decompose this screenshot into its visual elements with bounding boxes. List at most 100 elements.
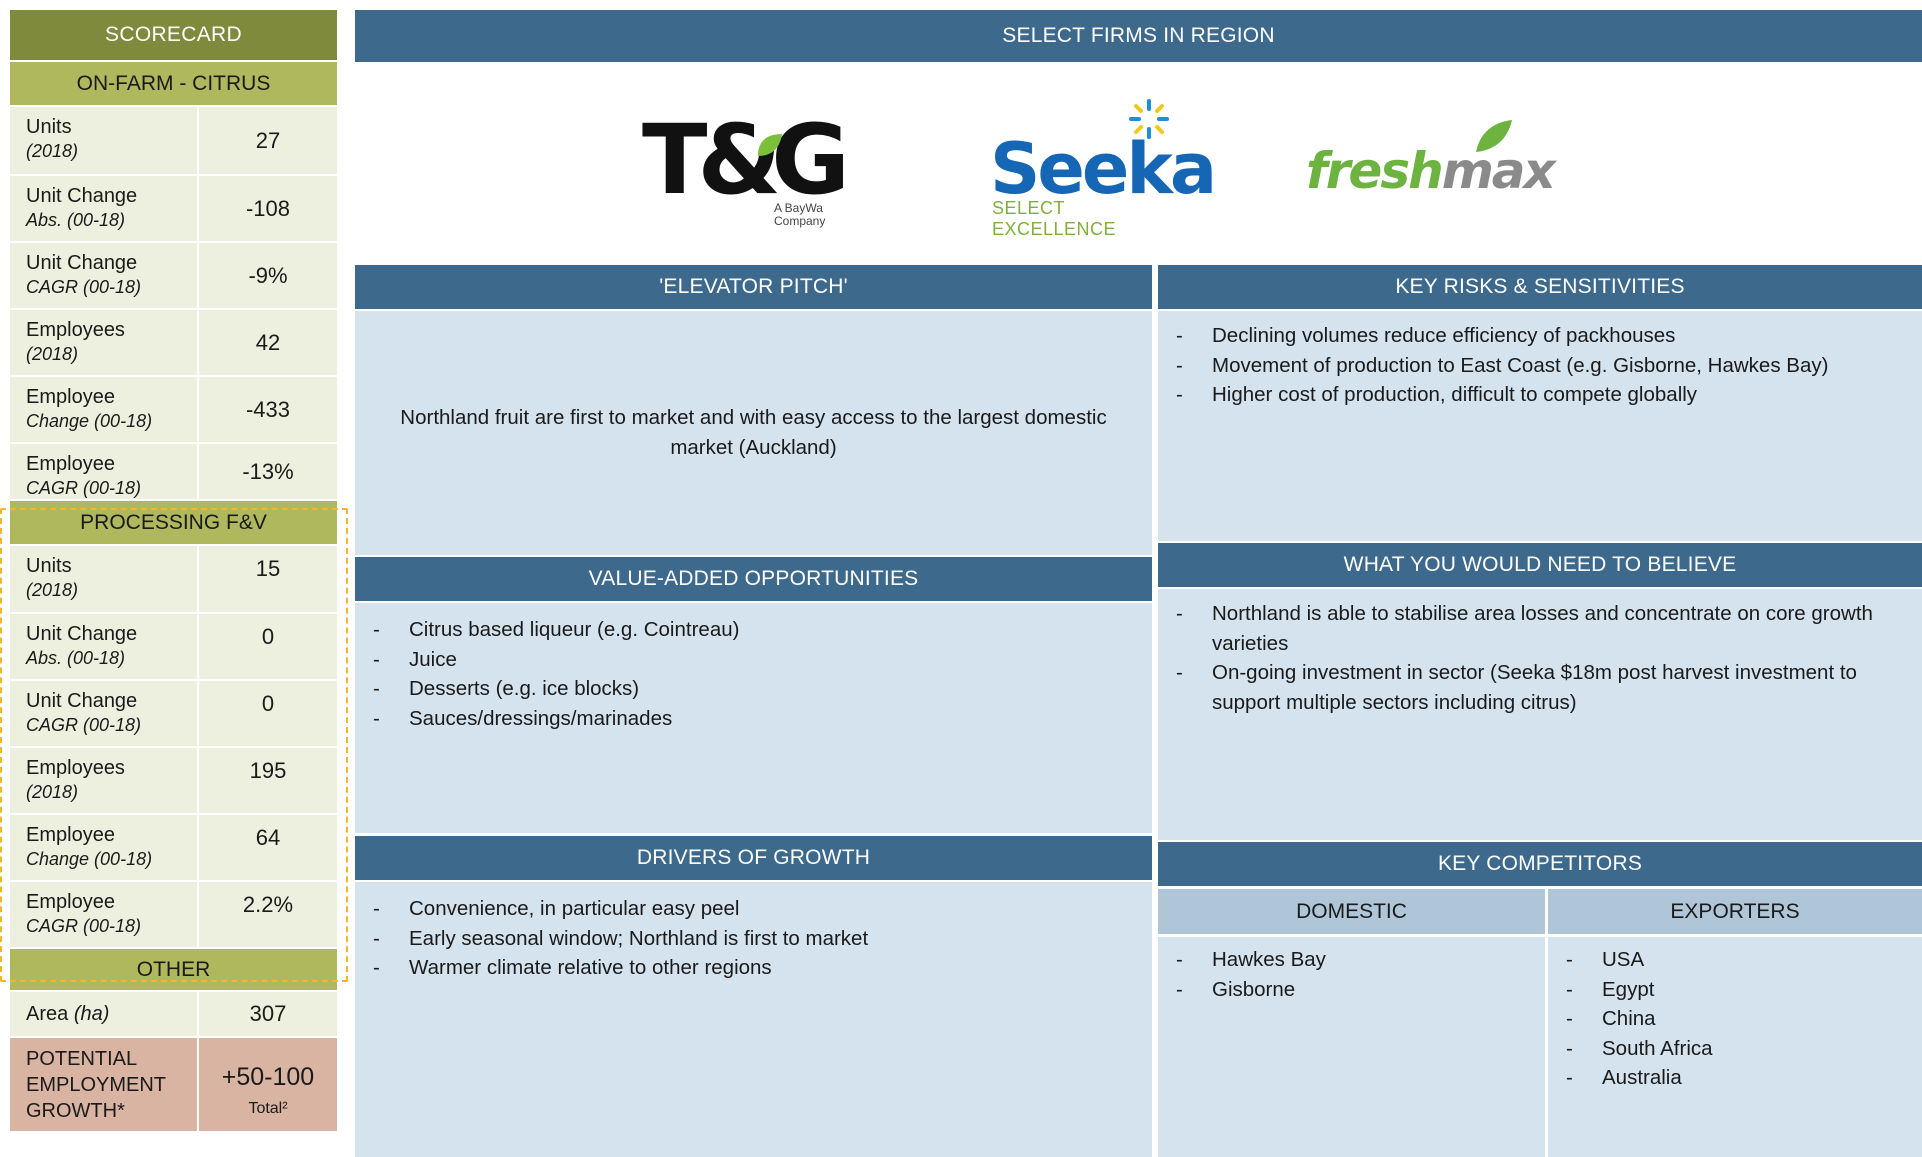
- list-item: China: [1566, 1004, 1922, 1034]
- list-item: Desserts (e.g. ice blocks): [373, 674, 1152, 704]
- risks-panel: Declining volumes reduce efficiency of p…: [1158, 311, 1922, 541]
- potential-note: Total²: [248, 1100, 288, 1117]
- potential-value-cell: +50-100 Total²: [199, 1038, 337, 1131]
- scorecard-row-subtitle: (2018): [26, 580, 79, 600]
- drivers-panel: Convenience, in particular easy peelEarl…: [355, 882, 1152, 1157]
- section-processing: PROCESSING F&V: [10, 501, 337, 544]
- scorecard-row-subtitle: Abs. (00-18): [26, 648, 126, 668]
- scorecard-row-label: Units (2018): [10, 546, 197, 612]
- scorecard-row-value: 195: [199, 748, 337, 813]
- list-item: Early seasonal window; Northland is firs…: [373, 924, 1152, 954]
- value-added-list: Citrus based liqueur (e.g. Cointreau)Jui…: [373, 615, 1152, 733]
- scorecard-row: Employee Change (00-18) -433: [10, 377, 337, 442]
- list-item: Convenience, in particular easy peel: [373, 894, 1152, 924]
- scorecard-row-title: Unit Change: [26, 623, 138, 645]
- scorecard-row-value: 0: [199, 614, 337, 679]
- risks-header: KEY RISKS & SENSITIVITIES: [1158, 265, 1922, 309]
- area-label: Area (ha): [10, 992, 197, 1036]
- scorecard-row-title: Employee: [26, 386, 115, 408]
- scorecard-row: Unit Change CAGR (00-18) -9%: [10, 243, 337, 308]
- potential-label: POTENTIAL EMPLOYMENT GROWTH*: [10, 1038, 197, 1131]
- scorecard-row-label: Unit Change Abs. (00-18): [10, 614, 197, 679]
- scorecard-row-label: Employee CAGR (00-18): [10, 882, 197, 947]
- potential-value: +50-100: [221, 1063, 315, 1091]
- onfarm-rows: Units (2018) 27 Unit Change Abs. (00-18) -108…: [10, 107, 337, 499]
- list-item: Warmer climate relative to other regions: [373, 953, 1152, 983]
- list-item: Citrus based liqueur (e.g. Cointreau): [373, 615, 1152, 645]
- section-other: OTHER: [10, 949, 337, 990]
- tg-logo: T&G A BayWa Company: [642, 104, 850, 232]
- scorecard-row: Employee CAGR (00-18) -13%: [10, 444, 337, 499]
- scorecard-row: Units (2018) 15: [10, 546, 337, 612]
- tg-leaf-icon: [758, 134, 782, 156]
- scorecard-row-subtitle: CAGR (00-18): [26, 478, 142, 498]
- freshmax-logo-max: max: [1441, 142, 1556, 200]
- scorecard-row-subtitle: CAGR (00-18): [26, 916, 142, 936]
- scorecard-row-value: -13%: [199, 444, 337, 499]
- scorecard-row-label: Unit Change Abs. (00-18): [10, 176, 197, 241]
- scorecard-row: Units (2018) 27: [10, 107, 337, 174]
- scorecard-row-label: Unit Change CAGR (00-18): [10, 681, 197, 746]
- scorecard-row-subtitle: CAGR (00-18): [26, 715, 142, 735]
- scorecard-row-value: -433: [199, 377, 337, 442]
- risks-list: Declining volumes reduce efficiency of p…: [1176, 321, 1922, 410]
- seeka-logo-text: Seeka: [990, 128, 1217, 210]
- scorecard-row-title: Employees: [26, 319, 125, 341]
- tg-logo-text: T&G: [642, 104, 850, 216]
- list-item: Higher cost of production, difficult to …: [1176, 380, 1922, 410]
- scorecard-row: Unit Change CAGR (00-18) 0: [10, 681, 337, 746]
- list-item: South Africa: [1566, 1034, 1922, 1064]
- exporters-list: USAEgyptChinaSouth AfricaAustralia: [1566, 945, 1922, 1093]
- scorecard-row-label: Units (2018): [10, 107, 197, 174]
- scorecard-row-subtitle: (2018): [26, 141, 79, 161]
- scorecard-row: Employees (2018) 195: [10, 748, 337, 813]
- pitch-panel: Northland fruit are first to market and …: [355, 311, 1152, 555]
- scorecard-row-label: Employee Change (00-18): [10, 815, 197, 880]
- list-item: Hawkes Bay: [1176, 945, 1545, 975]
- list-item: Egypt: [1566, 975, 1922, 1005]
- freshmax-logo-fresh: fresh: [1306, 142, 1444, 200]
- scorecard-row-label: Employees (2018): [10, 748, 197, 813]
- scorecard-row-area: Area (ha) 307: [10, 992, 337, 1036]
- list-item: USA: [1566, 945, 1922, 975]
- scorecard-row-subtitle: Change (00-18): [26, 411, 153, 431]
- domestic-header: DOMESTIC: [1158, 889, 1545, 934]
- scorecard-row-value: 2.2%: [199, 882, 337, 947]
- scorecard-row-title: Units: [26, 555, 72, 577]
- scorecard-row: Employee Change (00-18) 64: [10, 815, 337, 880]
- scorecard-row-title: Employee: [26, 453, 115, 475]
- scorecard-row: Unit Change Abs. (00-18) 0: [10, 614, 337, 679]
- drivers-list: Convenience, in particular easy peelEarl…: [373, 894, 1152, 983]
- believe-header: WHAT YOU WOULD NEED TO BELIEVE: [1158, 543, 1922, 587]
- scorecard-row-value: -9%: [199, 243, 337, 308]
- scorecard-row-label: Employee CAGR (00-18): [10, 444, 197, 499]
- firms-header: SELECT FIRMS IN REGION: [355, 10, 1922, 62]
- value-added-panel: Citrus based liqueur (e.g. Cointreau)Jui…: [355, 603, 1152, 833]
- seeka-logo: Seeka SELECT EXCELLENCE: [990, 98, 1217, 239]
- scorecard-row-value: 0: [199, 681, 337, 746]
- scorecard-row-title: Employee: [26, 824, 115, 846]
- pitch-text: Northland fruit are first to market and …: [400, 406, 1107, 459]
- scorecard-row: Employees (2018) 42: [10, 310, 337, 375]
- domestic-panel: Hawkes BayGisborne: [1158, 937, 1545, 1157]
- freshmax-logo: freshmax: [1306, 118, 1556, 198]
- exporters-panel: USAEgyptChinaSouth AfricaAustralia: [1548, 937, 1922, 1157]
- scorecard: SCORECARD ON-FARM - CITRUS Units (2018) 27…: [10, 10, 337, 1131]
- section-onfarm-citrus: ON-FARM - CITRUS: [10, 62, 337, 105]
- scorecard-row-title: Unit Change: [26, 185, 138, 207]
- list-item: Gisborne: [1176, 975, 1545, 1005]
- scorecard-row-subtitle: (2018): [26, 782, 79, 802]
- tg-logo-sub: A BayWa Company: [774, 201, 826, 228]
- scorecard-row-title: Unit Change: [26, 252, 138, 274]
- area-value: 307: [199, 992, 337, 1036]
- scorecard-row: Employee CAGR (00-18) 2.2%: [10, 882, 337, 947]
- scorecard-row-title: Employees: [26, 757, 125, 779]
- scorecard-row-subtitle: (2018): [26, 344, 79, 364]
- list-item: Movement of production to East Coast (e.…: [1176, 351, 1922, 381]
- domestic-list: Hawkes BayGisborne: [1176, 945, 1545, 1004]
- scorecard-row-title: Employee: [26, 891, 115, 913]
- believe-panel: Northland is able to stabilise area loss…: [1158, 589, 1922, 840]
- freshmax-logo-text: freshmax: [1306, 146, 1556, 196]
- area-label-text: Area: [26, 1003, 74, 1025]
- scorecard-row-label: Unit Change CAGR (00-18): [10, 243, 197, 308]
